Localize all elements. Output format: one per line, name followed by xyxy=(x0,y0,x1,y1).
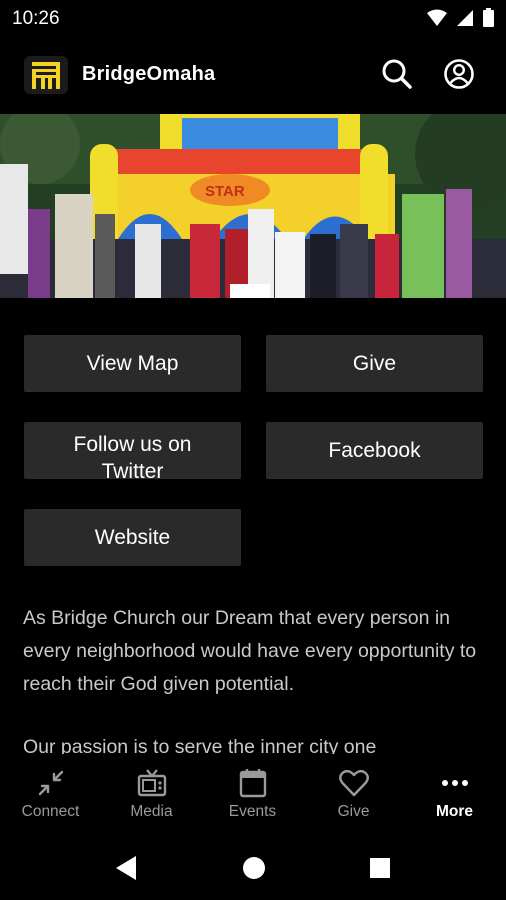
search-button[interactable] xyxy=(381,58,413,90)
cellular-icon xyxy=(456,9,474,32)
recents-square-icon xyxy=(370,858,390,878)
search-icon xyxy=(382,59,412,89)
back-triangle-icon xyxy=(116,856,136,880)
account-icon xyxy=(444,59,474,89)
battery-icon xyxy=(483,8,494,32)
heart-icon xyxy=(338,768,369,798)
nav-item-events[interactable]: Events xyxy=(202,756,303,838)
nav-item-connect[interactable]: Connect xyxy=(0,756,101,838)
connect-arrows-icon xyxy=(36,768,66,798)
more-dots-icon xyxy=(440,768,470,798)
nav-label-connect: Connect xyxy=(21,803,80,820)
nav-item-media[interactable]: Media xyxy=(101,756,202,838)
description-paragraph-2: Our passion is to serve the inner city o… xyxy=(23,736,377,754)
nav-label-give: Give xyxy=(337,803,370,820)
twitter-button[interactable]: Follow us on Twitter xyxy=(24,422,241,479)
status-time: 10:26 xyxy=(12,8,60,29)
bottom-navigation: Connect Media Events Give More xyxy=(0,756,506,838)
children-at-bounce-house-photo: STAR xyxy=(0,114,506,298)
website-button[interactable]: Website xyxy=(24,509,241,566)
home-circle-icon xyxy=(243,857,265,879)
nav-label-events: Events xyxy=(228,803,277,820)
bridge-logo-icon xyxy=(24,56,68,94)
system-navigation-bar xyxy=(0,838,506,900)
view-map-button[interactable]: View Map xyxy=(24,335,241,392)
account-button[interactable] xyxy=(443,58,475,90)
description-paragraph-1: As Bridge Church our Dream that every pe… xyxy=(23,607,477,695)
nav-label-media: Media xyxy=(130,803,173,820)
give-button[interactable]: Give xyxy=(266,335,483,392)
calendar-icon xyxy=(238,768,268,798)
facebook-button[interactable]: Facebook xyxy=(266,422,483,479)
hero-image: STAR xyxy=(0,114,506,298)
back-button[interactable] xyxy=(112,854,140,882)
nav-item-more[interactable]: More xyxy=(404,756,505,838)
recents-button[interactable] xyxy=(366,854,394,882)
inflatable-banner-text: STAR xyxy=(205,183,245,200)
church-description: As Bridge Church our Dream that every pe… xyxy=(23,602,488,754)
status-bar: 10:26 xyxy=(0,0,506,36)
app-bar: BridgeOmaha xyxy=(0,36,506,114)
tv-icon xyxy=(137,768,167,798)
home-button[interactable] xyxy=(240,854,268,882)
app-title: BridgeOmaha xyxy=(82,63,216,85)
wifi-icon xyxy=(427,9,447,32)
nav-label-more: More xyxy=(435,803,474,820)
nav-item-give[interactable]: Give xyxy=(303,756,404,838)
status-icons xyxy=(427,8,494,32)
